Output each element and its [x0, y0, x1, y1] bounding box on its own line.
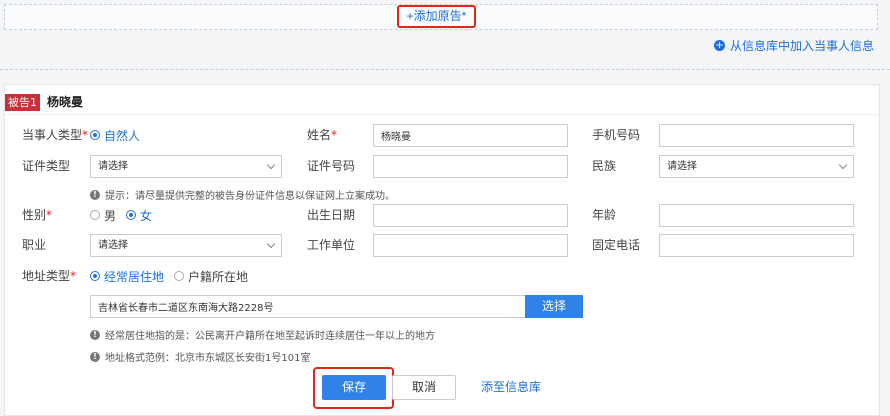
address-hint-2: ! 地址格式范例：北京市东城区长安街1号101室	[90, 349, 310, 364]
birthdate-label: 出生日期	[307, 208, 356, 222]
address-type-residence-radio[interactable]	[90, 271, 100, 281]
id-hint: ! 提示：请尽量提供完整的被告身份证件信息以保证网上立案成功。	[90, 187, 395, 202]
ethnicity-label: 民族	[592, 159, 617, 173]
add-to-library-link[interactable]: 添至信息库	[481, 375, 541, 400]
gender-female-label: 女	[140, 208, 153, 223]
address-type-radio-group: 经常居住地 户籍所在地	[90, 265, 254, 287]
gender-female-radio[interactable]	[126, 210, 137, 220]
divider	[0, 69, 890, 70]
name-label: 姓名*	[307, 128, 338, 142]
address-select-button[interactable]: 选择	[525, 295, 583, 318]
card-header: 被告1 杨晓曼	[5, 85, 879, 115]
address-type-household-label: 户籍所在地	[188, 269, 249, 284]
party-type-radio-natural[interactable]: 自然人	[90, 124, 146, 146]
address-type-label: 地址类型*	[22, 269, 77, 283]
address-input[interactable]	[90, 295, 526, 318]
gender-radio-group: 男 女	[90, 204, 158, 226]
birthdate-input[interactable]	[373, 204, 568, 227]
id-number-label: 证件号码	[307, 159, 356, 173]
cancel-button[interactable]: 取消	[392, 375, 456, 400]
occupation-select[interactable]: 请选择	[90, 234, 282, 257]
gender-label: 性别*	[22, 208, 53, 222]
warning-icon: !	[90, 189, 100, 200]
plus-circle-icon: +	[713, 39, 725, 51]
defendant-tag: 被告1	[5, 94, 40, 111]
add-from-library-link[interactable]: + 从信息库中加入当事人信息	[713, 37, 874, 53]
gender-male-radio[interactable]	[90, 210, 100, 220]
gender-male-label: 男	[104, 208, 117, 223]
workplace-input[interactable]	[373, 234, 568, 257]
address-hint-1: ! 经常居住地指的是：公民离开户籍所在地至起诉时连续居住一年以上的地方	[90, 327, 435, 342]
address-type-household-radio[interactable]	[174, 271, 185, 281]
party-type-label: 当事人类型*	[22, 128, 89, 142]
chevron-down-icon	[266, 239, 276, 249]
id-type-select[interactable]: 请选择	[90, 155, 282, 178]
add-from-library-label: 从信息库中加入当事人信息	[729, 38, 874, 53]
phone-input[interactable]	[659, 124, 854, 147]
landline-label: 固定电话	[592, 238, 641, 252]
warning-icon: !	[90, 329, 100, 340]
chevron-down-icon	[266, 160, 276, 170]
card-title: 杨晓曼	[47, 95, 84, 109]
age-input[interactable]	[659, 204, 854, 227]
landline-input[interactable]	[659, 234, 854, 257]
warning-icon: !	[90, 351, 100, 362]
ethnicity-select[interactable]: 请选择	[659, 155, 854, 178]
occupation-label: 职业	[22, 238, 47, 252]
address-type-residence-label: 经常居住地	[104, 269, 165, 284]
chevron-down-icon	[838, 160, 848, 170]
id-type-label: 证件类型	[22, 159, 71, 173]
age-label: 年龄	[592, 208, 617, 222]
workplace-label: 工作单位	[307, 238, 356, 252]
phone-label: 手机号码	[592, 128, 641, 142]
id-number-input[interactable]	[373, 155, 568, 178]
name-input[interactable]	[373, 124, 568, 147]
add-plaintiff-button[interactable]: +添加原告*	[397, 5, 476, 28]
save-button[interactable]: 保存	[322, 375, 386, 400]
radio-selected-icon	[90, 130, 100, 140]
